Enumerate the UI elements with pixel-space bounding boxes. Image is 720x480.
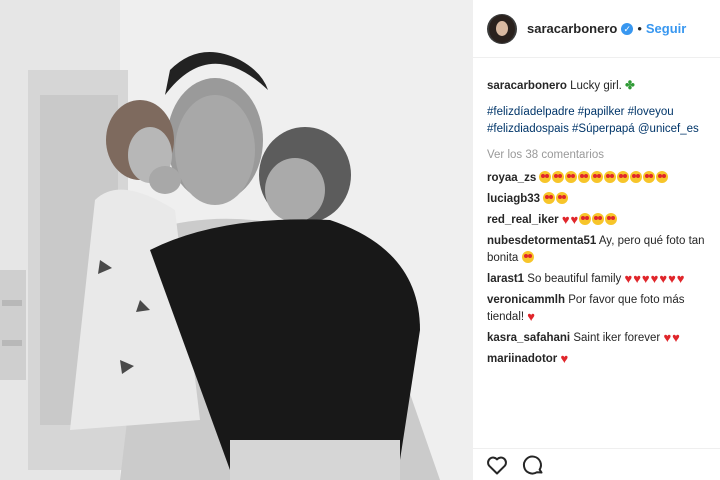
post-header: saracarbonero ✓ • Seguir [473, 0, 720, 58]
comment-row: larast1 So beautiful family ♥♥♥♥♥♥♥ [487, 271, 713, 288]
verified-badge-icon: ✓ [621, 22, 634, 35]
avatar[interactable] [487, 13, 517, 44]
comment-username[interactable]: red_real_iker [487, 214, 559, 226]
heart-eyes-emoji-icon [539, 171, 552, 183]
heart-eyes-emoji-icon [656, 171, 669, 183]
red-heart-icon: ♥ [561, 212, 570, 227]
follow-button[interactable]: Seguir [646, 21, 686, 36]
comment-row: luciagb33 [487, 191, 713, 208]
comment-username[interactable]: kasra_safahani [487, 332, 570, 344]
heart-eyes-emoji-icon [630, 171, 643, 183]
heart-eyes-emoji-icon [578, 171, 591, 183]
caption-hashtags: #felizdíadelpadre #papilker #loveyou #fe… [487, 104, 713, 138]
post-photo[interactable] [0, 0, 472, 480]
action-bar [473, 448, 720, 480]
comment-rows: royaa_zs luciagb33 red_real_iker ♥♥ nubes… [487, 170, 713, 368]
caption-username[interactable]: saracarbonero [487, 80, 567, 92]
four-leaf-clover-icon: ✤ [625, 80, 635, 92]
heart-eyes-emoji-icon [604, 171, 617, 183]
comment-bubble-icon[interactable] [521, 453, 545, 477]
comment-row: royaa_zs [487, 170, 713, 187]
heart-eyes-emoji-icon [556, 192, 569, 204]
hashtags-line[interactable]: #felizdíadelpadre #papilker #loveyou [487, 104, 713, 121]
heart-eyes-emoji-icon [565, 171, 578, 183]
comment-row: red_real_iker ♥♥ [487, 212, 713, 229]
comment-row: veronicammlh Por favor que foto más tien… [487, 292, 713, 326]
header-username[interactable]: saracarbonero [527, 21, 617, 36]
heart-outline-icon[interactable] [485, 453, 509, 477]
comment-username[interactable]: luciagb33 [487, 193, 540, 205]
heart-eyes-emoji-icon [521, 251, 534, 263]
heart-eyes-emoji-icon [591, 171, 604, 183]
red-heart-icon: ♥ [641, 271, 650, 286]
caption: saracarbonero Lucky girl. ✤ [487, 78, 713, 95]
red-heart-icon: ♥ [663, 330, 672, 345]
red-heart-icon: ♥ [659, 271, 668, 286]
red-heart-icon: ♥ [624, 271, 633, 286]
separator-dot: • [637, 21, 642, 36]
red-heart-icon: ♥ [527, 309, 535, 324]
photo-illustration [0, 0, 472, 480]
red-heart-icon: ♥ [668, 271, 676, 286]
comment-username[interactable]: veronicammlh [487, 294, 565, 306]
comment-username[interactable]: royaa_zs [487, 172, 536, 184]
post-side-panel: saracarbonero ✓ • Seguir saracarbonero L… [472, 0, 720, 480]
comment-text: So beautiful family [527, 273, 625, 285]
comment-username[interactable]: nubesdetormenta51 [487, 235, 596, 247]
comment-row: nubesdetormenta51 Ay, pero qué foto tan … [487, 233, 713, 267]
heart-eyes-emoji-icon [592, 213, 605, 225]
comment-row: kasra_safahani Saint iker forever ♥♥ [487, 330, 713, 347]
hashtags-line[interactable]: #felizdiadospais #Súperpapá @unicef_es [487, 121, 713, 138]
view-all-comments-link[interactable]: Ver los 38 comentarios [487, 147, 713, 164]
heart-eyes-emoji-icon [552, 171, 565, 183]
red-heart-icon: ♥ [672, 330, 680, 345]
heart-eyes-emoji-icon [543, 192, 556, 204]
red-heart-icon: ♥ [560, 351, 569, 366]
comment-text: Saint iker forever [573, 332, 664, 344]
caption-text: Lucky girl. [570, 80, 626, 92]
red-heart-icon: ♥ [633, 271, 641, 286]
comment-username[interactable]: larast1 [487, 273, 524, 285]
comments-list: saracarbonero Lucky girl. ✤ #felizdíadel… [487, 78, 713, 372]
comment-username[interactable]: mariinadotor [487, 353, 557, 365]
heart-eyes-emoji-icon [617, 171, 630, 183]
heart-eyes-emoji-icon [579, 213, 592, 225]
comment-row: mariinadotor ♥ [487, 351, 713, 368]
red-heart-icon: ♥ [676, 271, 685, 286]
heart-eyes-emoji-icon [605, 213, 618, 225]
heart-eyes-emoji-icon [643, 171, 656, 183]
red-heart-icon: ♥ [570, 212, 579, 227]
red-heart-icon: ♥ [650, 271, 659, 286]
